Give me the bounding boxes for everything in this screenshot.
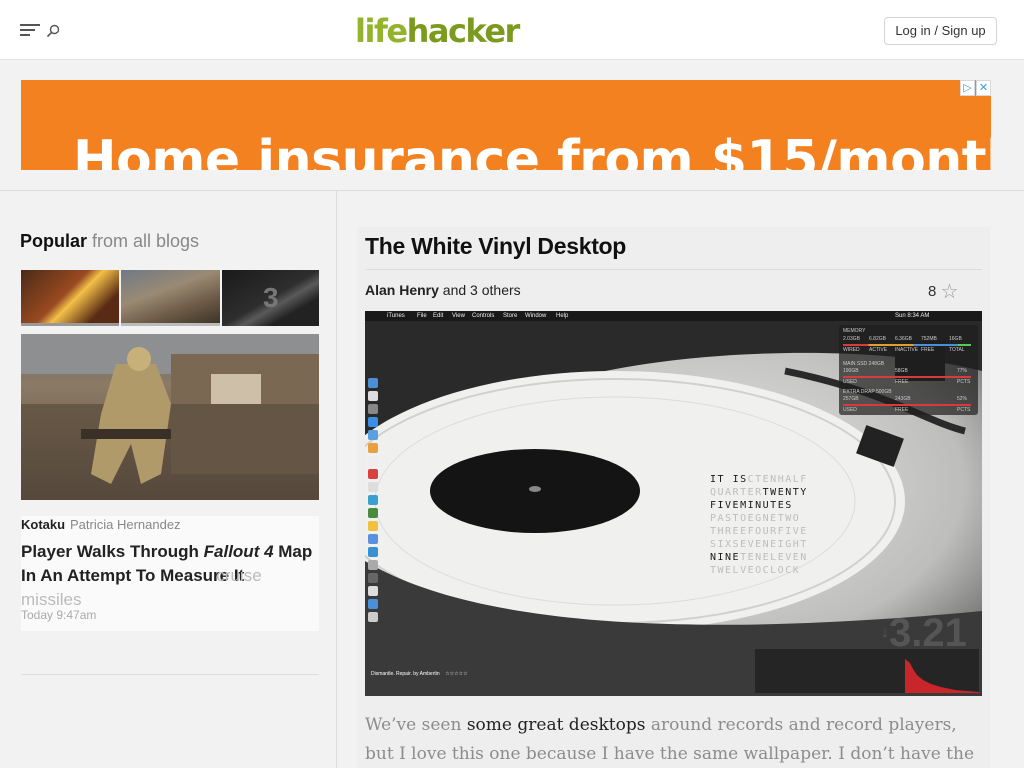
sidebar: Popular from all blogs 3 Kotaku Patricia…	[0, 191, 337, 768]
ad-headline: Home insurance from $15/month	[73, 130, 991, 170]
story-excerpt: An Attempt To Measure It cruise missiles	[21, 566, 262, 609]
menu-icon[interactable]	[20, 22, 40, 38]
image-caption: Dismantle. Repair. by Ambertin ☆☆☆☆☆	[371, 671, 468, 677]
site-logo[interactable]: lifehacker	[355, 12, 520, 50]
mac-dock	[368, 378, 380, 636]
word-clock-widget: IT ISCTENHALF QUARTERTWENTY FIVEMINUTES …	[710, 474, 808, 576]
likes-button[interactable]: 8 ☆	[928, 279, 958, 304]
featured-image[interactable]	[21, 334, 319, 500]
likes-count: 8	[928, 283, 937, 300]
post-title[interactable]: The White Vinyl Desktop	[365, 233, 626, 260]
ad-zone: Home insurance from $15/month ▷ ✕	[0, 60, 1024, 191]
thumb-number: 3	[263, 282, 279, 313]
featured-image-art	[21, 334, 319, 500]
adchoices-icon[interactable]: ▷	[960, 80, 975, 96]
menu-item: Help	[556, 313, 569, 319]
featured-story[interactable]: Kotaku Patricia Hernandez Player Walks T…	[21, 516, 319, 631]
login-signup-button[interactable]: Log in / Sign up	[884, 17, 997, 45]
temperature-readout: ↓3.21	[881, 611, 967, 655]
popular-thumb-2[interactable]	[121, 270, 220, 326]
site-header: lifehacker Log in / Sign up	[0, 0, 1024, 60]
story-author[interactable]: Patricia Hernandez	[70, 517, 181, 532]
post-image[interactable]: iTunes File Edit View Controls Store Win…	[365, 311, 982, 696]
menu-item: iTunes	[387, 313, 405, 319]
menu-item: Edit	[433, 313, 444, 319]
title-divider	[365, 269, 982, 270]
ad-banner[interactable]: Home insurance from $15/month ▷ ✕	[21, 80, 991, 170]
stats-widget: MEMORY 2.03GB 6.82GB 6.36GB 752MB 16GB W…	[839, 325, 978, 415]
popular-heading: Popular from all blogs	[20, 231, 200, 251]
blog-name[interactable]: Kotaku	[21, 517, 65, 532]
menu-item: Window	[525, 313, 547, 319]
menubar-clock: Sun 8:34 AM	[895, 313, 930, 319]
mac-menubar: iTunes File Edit View Controls Store Win…	[365, 311, 982, 321]
menu-item: View	[452, 313, 465, 319]
menu-item: Controls	[472, 313, 495, 319]
post-card: The White Vinyl Desktop Alan Henry and 3…	[357, 227, 990, 768]
menu-item: Store	[503, 313, 518, 319]
cpu-graph-bars	[905, 659, 979, 693]
post-body: We’ve seen some great desktops around re…	[365, 715, 975, 764]
sidebar-divider	[21, 674, 319, 675]
cpu-graph	[755, 649, 979, 693]
popular-thumb-3[interactable]: 3	[222, 270, 319, 326]
ad-close-icon[interactable]: ✕	[976, 80, 991, 96]
star-icon: ☆	[940, 281, 959, 303]
menu-item: File	[417, 313, 427, 319]
story-timestamp: Today 9:47am	[21, 608, 97, 622]
post-authors[interactable]: Alan Henry and 3 others	[365, 282, 521, 298]
desktops-link[interactable]: some great desktops	[467, 715, 646, 735]
search-icon[interactable]	[46, 24, 60, 38]
popular-thumb-1[interactable]	[21, 270, 119, 326]
